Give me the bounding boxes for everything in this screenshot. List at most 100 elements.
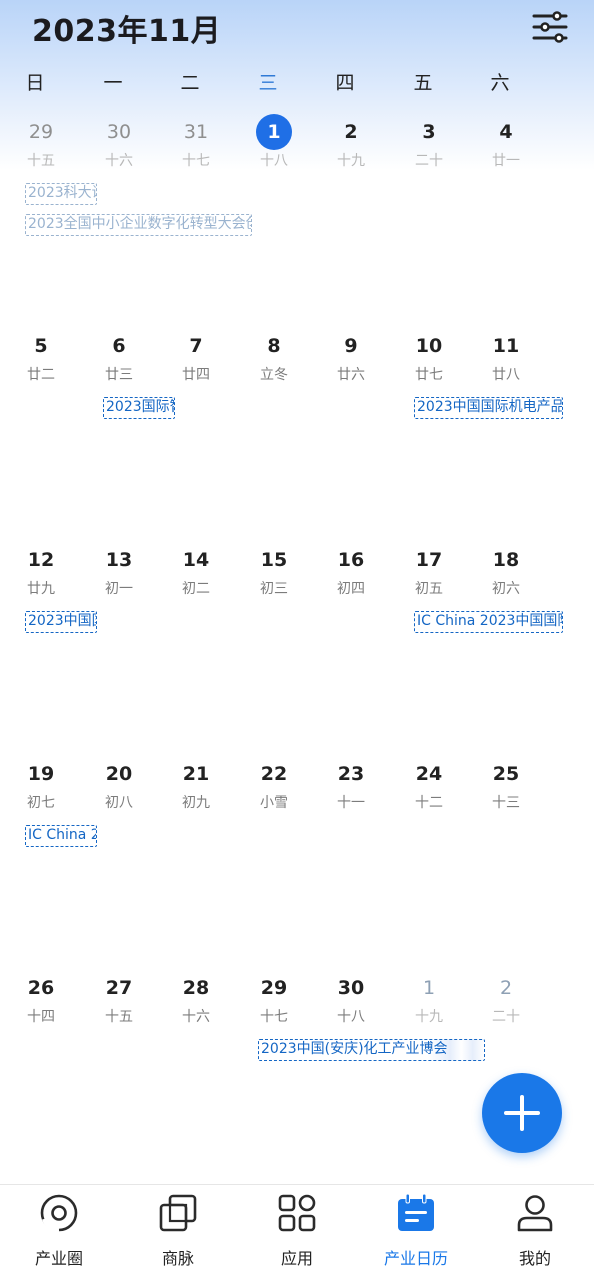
- sliders-icon: [532, 11, 568, 43]
- user-icon: [517, 1195, 553, 1232]
- day-number: 14: [182, 549, 210, 571]
- day-cell[interactable]: 24 十二: [411, 756, 487, 970]
- day-number: 11: [492, 335, 520, 357]
- lunar-date: 廿九: [27, 581, 55, 597]
- day-cell[interactable]: 28 十六: [178, 970, 254, 1184]
- lunar-date: 廿八: [492, 367, 520, 383]
- day-cell[interactable]: 10 廿七: [411, 328, 487, 542]
- tab-business-network[interactable]: 商脉: [119, 1185, 237, 1280]
- lunar-date: 廿二: [27, 367, 55, 383]
- day-cell[interactable]: 3 二十: [411, 114, 487, 328]
- event-chip[interactable]: 2023中国国际机电产品: [414, 397, 563, 419]
- day-cell[interactable]: 4 廿一: [488, 114, 564, 328]
- day-cell[interactable]: 1 十九: [411, 970, 487, 1184]
- month-title[interactable]: 2023年11月: [32, 6, 221, 50]
- day-number: 30: [337, 977, 365, 999]
- filter-button[interactable]: [530, 10, 570, 44]
- weekday-row: 日 一 二 三 四 五 六: [0, 68, 594, 98]
- day-cell[interactable]: 7 廿四: [178, 328, 254, 542]
- lunar-date: 十一: [337, 795, 365, 811]
- day-cell[interactable]: 29 十七: [256, 970, 332, 1184]
- day-cell[interactable]: 14 初二: [178, 542, 254, 756]
- lunar-date: 廿一: [492, 153, 520, 169]
- day-number: 5: [34, 335, 48, 357]
- grid-apps-icon: [278, 1194, 316, 1232]
- lunar-date: 十三: [492, 795, 520, 811]
- day-cell[interactable]: 13 初一: [101, 542, 177, 756]
- event-chip[interactable]: 2023全国中小企业数字化转型大会创: [25, 214, 252, 236]
- day-cell-today[interactable]: 1 十八: [256, 114, 332, 328]
- day-number: 17: [415, 549, 443, 571]
- tab-industry-circle[interactable]: 产业圈: [0, 1185, 118, 1280]
- tab-label: 产业日历: [383, 1249, 448, 1268]
- lunar-date: 十六: [105, 153, 133, 169]
- day-cell[interactable]: 21 初九: [178, 756, 254, 970]
- lunar-date: 廿四: [182, 367, 210, 383]
- lunar-date: 十五: [27, 153, 55, 169]
- event-chip[interactable]: IC China 20: [25, 825, 97, 847]
- week-row: 5 廿二 6 廿三 7 廿四 8 立冬 9 廿六 10 廿七 11 廿八 2023国际智 20…: [0, 328, 594, 542]
- lunar-date: 十八: [337, 1009, 365, 1025]
- weekday-sun: 日: [25, 72, 45, 94]
- day-cell[interactable]: 22 小雪: [256, 756, 332, 970]
- lunar-date: 初四: [337, 581, 365, 597]
- day-number: 8: [267, 335, 281, 357]
- day-cell[interactable]: 18 初六: [488, 542, 564, 756]
- day-cell[interactable]: 19 初七: [23, 756, 99, 970]
- day-cell[interactable]: 17 初五: [411, 542, 487, 756]
- day-cell[interactable]: 20 初八: [101, 756, 177, 970]
- weekday-fri: 五: [413, 72, 433, 94]
- tab-industry-calendar[interactable]: 产业日历: [357, 1185, 475, 1280]
- day-cell[interactable]: 15 初三: [256, 542, 332, 756]
- day-number: 29: [260, 977, 288, 999]
- day-cell[interactable]: 30 十八: [333, 970, 409, 1184]
- day-cell[interactable]: 2 十九: [333, 114, 409, 328]
- lunar-date: 十四: [27, 1009, 55, 1025]
- day-cell[interactable]: 9 廿六: [333, 328, 409, 542]
- tab-me[interactable]: 我的: [476, 1185, 594, 1280]
- day-cell[interactable]: 25 十三: [488, 756, 564, 970]
- lunar-date: 十九: [337, 153, 365, 169]
- day-cell[interactable]: 26 十四: [23, 970, 99, 1184]
- day-cell[interactable]: 23 十一: [333, 756, 409, 970]
- add-event-button[interactable]: [482, 1073, 562, 1153]
- week-row: 19 初七 20 初八 21 初九 22 小雪 23 十一 24 十二 25 十三 IC Ch…: [0, 756, 594, 970]
- day-number: 29: [28, 121, 54, 143]
- week-row: 12 廿九 13 初一 14 初二 15 初三 16 初四 17 初五 18 初六 2023中…: [0, 542, 594, 756]
- lunar-date: 初九: [182, 795, 210, 811]
- day-number: 2: [344, 121, 358, 143]
- day-cell[interactable]: 12 廿九: [23, 542, 99, 756]
- day-number: 2: [499, 977, 513, 999]
- day-cell[interactable]: 16 初四: [333, 542, 409, 756]
- lunar-date: 十七: [260, 1009, 288, 1025]
- day-number: 30: [106, 121, 132, 143]
- lunar-date: 立冬: [260, 367, 288, 383]
- day-number: 7: [189, 335, 203, 357]
- lunar-date: 初一: [105, 581, 133, 597]
- lunar-date: 二十: [492, 1009, 520, 1025]
- event-chip[interactable]: 2023中国(安庆)化工产业博会: [258, 1039, 485, 1061]
- day-number: 3: [422, 121, 436, 143]
- event-chip[interactable]: 2023中国国: [25, 611, 97, 633]
- day-cell[interactable]: 5 廿二: [23, 328, 99, 542]
- day-cell[interactable]: 27 十五: [101, 970, 177, 1184]
- day-number: 26: [27, 977, 55, 999]
- day-number: 15: [260, 549, 288, 571]
- tab-apps[interactable]: 应用: [238, 1185, 356, 1280]
- day-number: 16: [337, 549, 365, 571]
- event-chip[interactable]: 2023科大讯: [25, 183, 97, 205]
- lunar-date: 小雪: [260, 795, 288, 811]
- lunar-date: 初三: [260, 581, 288, 597]
- day-cell[interactable]: 6 廿三: [101, 328, 177, 542]
- event-chip[interactable]: 2023国际智: [103, 397, 175, 419]
- day-cell[interactable]: 8 立冬: [256, 328, 332, 542]
- circle-target-icon: [40, 1194, 78, 1232]
- event-chip[interactable]: IC China 2023中国国际: [414, 611, 563, 633]
- weekday-tue: 二: [180, 72, 200, 94]
- day-number: 22: [260, 763, 288, 785]
- lunar-date: 初八: [105, 795, 133, 811]
- calendar-header: 2023年11月: [0, 0, 594, 56]
- lunar-date: 廿七: [415, 367, 443, 383]
- day-cell[interactable]: 11 廿八: [488, 328, 564, 542]
- day-number: 10: [415, 335, 443, 357]
